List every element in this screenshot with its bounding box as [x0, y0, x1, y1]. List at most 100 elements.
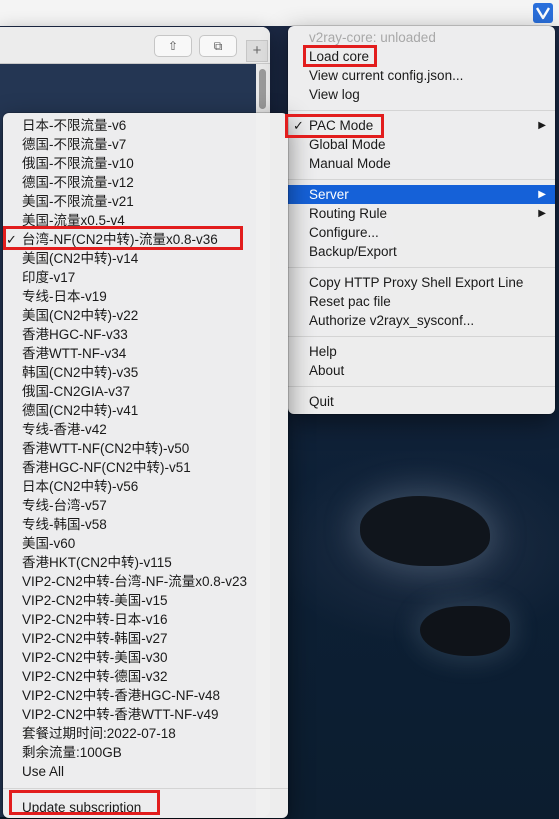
server-item[interactable]: 香港HGC-NF-v33 [3, 325, 288, 344]
show-tabs-button[interactable]: ⧉ [199, 35, 237, 57]
menu-item-label: Load core [309, 49, 370, 64]
server-item[interactable]: VIP2-CN2中转-德国-v32 [3, 667, 288, 686]
menu-item-label: Configure... [309, 225, 379, 240]
menu-item-label: Routing Rule [309, 206, 388, 221]
authorize-item[interactable]: Authorize v2rayx_sysconf... [288, 311, 555, 330]
share-button[interactable]: ⇧ [154, 35, 192, 57]
menu-separator [288, 179, 555, 180]
server-item[interactable]: 香港WTT-NF-v34 [3, 344, 288, 363]
v2rayx-main-menu: v2ray-core: unloaded Load core View curr… [288, 26, 555, 414]
menu-item-label: 韩国(CN2中转)-v35 [22, 365, 139, 380]
manual-mode-item[interactable]: Manual Mode [288, 154, 555, 173]
menu-item-label: 香港HGC-NF-v33 [22, 327, 128, 342]
server-item[interactable]: 韩国(CN2中转)-v35 [3, 363, 288, 382]
routing-rule-item[interactable]: Routing Rule ▶ [288, 204, 555, 223]
server-item[interactable]: 专线-日本-v19 [3, 287, 288, 306]
configure-item[interactable]: Configure... [288, 223, 555, 242]
server-item[interactable]: 专线-韩国-v58 [3, 515, 288, 534]
view-log-item[interactable]: View log [288, 85, 555, 104]
server-item[interactable]: 俄国-不限流量-v10 [3, 154, 288, 173]
view-config-item[interactable]: View current config.json... [288, 66, 555, 85]
server-item[interactable]: 美国(CN2中转)-v14 [3, 249, 288, 268]
server-item[interactable]: Use All [3, 762, 288, 781]
server-item[interactable]: VIP2-CN2中转-香港WTT-NF-v49 [3, 705, 288, 724]
server-item[interactable]: VIP2-CN2中转-美国-v15 [3, 591, 288, 610]
server-item[interactable]: 日本-不限流量-v6 [3, 116, 288, 135]
checkmark-icon: ✓ [293, 118, 304, 133]
server-item[interactable]: 香港WTT-NF(CN2中转)-v50 [3, 439, 288, 458]
server-item[interactable]: VIP2-CN2中转-美国-v30 [3, 648, 288, 667]
menu-bar [0, 0, 559, 27]
new-tab-button[interactable]: + [246, 40, 268, 62]
core-status-item: v2ray-core: unloaded [288, 28, 555, 47]
pac-mode-item[interactable]: ✓ PAC Mode ▶ [288, 116, 555, 135]
server-item[interactable]: VIP2-CN2中转-韩国-v27 [3, 629, 288, 648]
plus-icon: + [252, 42, 262, 59]
copy-proxy-item[interactable]: Copy HTTP Proxy Shell Export Line [288, 273, 555, 292]
server-item[interactable]: 套餐过期时间:2022-07-18 [3, 724, 288, 743]
menu-item-label: Backup/Export [309, 244, 397, 259]
server-item[interactable]: VIP2-CN2中转-日本-v16 [3, 610, 288, 629]
server-item[interactable]: 美国(CN2中转)-v22 [3, 306, 288, 325]
menu-item-label: View log [309, 87, 360, 102]
server-item[interactable]: 专线-香港-v42 [3, 420, 288, 439]
menu-item-label: VIP2-CN2中转-韩国-v27 [22, 631, 168, 646]
reset-pac-item[interactable]: Reset pac file [288, 292, 555, 311]
submenu-arrow-icon: ▶ [538, 189, 546, 200]
server-item[interactable]: 香港HKT(CN2中转)-v115 [3, 553, 288, 572]
server-item[interactable]: 专线-台湾-v57 [3, 496, 288, 515]
menu-item-label: v2ray-core: unloaded [309, 30, 436, 45]
menu-item-label: 香港WTT-NF(CN2中转)-v50 [22, 441, 190, 456]
menu-item-label: Help [309, 344, 337, 359]
menu-item-label: VIP2-CN2中转-美国-v15 [22, 593, 168, 608]
server-item[interactable]: 俄国-CN2GIA-v37 [3, 382, 288, 401]
menu-item-label: 印度-v17 [22, 270, 76, 285]
menu-item-label: 香港HKT(CN2中转)-v115 [22, 555, 172, 570]
menu-separator [288, 267, 555, 268]
menu-item-label: 日本-不限流量-v6 [22, 118, 127, 133]
checkmark-icon: ✓ [6, 232, 17, 247]
help-item[interactable]: Help [288, 342, 555, 361]
menu-item-label: VIP2-CN2中转-德国-v32 [22, 669, 168, 684]
menu-item-label: VIP2-CN2中转-香港WTT-NF-v49 [22, 707, 219, 722]
menu-item-label: 美国-不限流量-v21 [22, 194, 134, 209]
load-core-item[interactable]: Load core [288, 47, 555, 66]
menu-item-label: 香港WTT-NF-v34 [22, 346, 127, 361]
v2rayx-tray-icon[interactable] [533, 3, 553, 23]
menu-item-label: 德国(CN2中转)-v41 [22, 403, 139, 418]
server-item[interactable]: 剩余流量:100GB [3, 743, 288, 762]
server-item[interactable]: 德国-不限流量-v12 [3, 173, 288, 192]
server-item[interactable]: 德国(CN2中转)-v41 [3, 401, 288, 420]
server-item[interactable]: 德国-不限流量-v7 [3, 135, 288, 154]
scrollbar-thumb[interactable] [259, 69, 266, 109]
menu-item-label: 专线-韩国-v58 [22, 517, 107, 532]
menu-item-label: 德国-不限流量-v7 [22, 137, 127, 152]
backup-export-item[interactable]: Backup/Export [288, 242, 555, 261]
server-item[interactable]: 日本(CN2中转)-v56 [3, 477, 288, 496]
share-icon: ⇧ [167, 39, 179, 53]
server-item[interactable]: VIP2-CN2中转-香港HGC-NF-v48 [3, 686, 288, 705]
menu-item-label: 日本(CN2中转)-v56 [22, 479, 139, 494]
about-item[interactable]: About [288, 361, 555, 380]
menu-item-label: Quit [309, 394, 334, 409]
v-logo-icon [535, 7, 551, 20]
menu-item-label: Update subscription [22, 800, 142, 815]
update-subscription-item[interactable]: Update subscription [3, 798, 288, 817]
menu-separator [3, 788, 288, 789]
server-item[interactable]: 印度-v17 [3, 268, 288, 287]
menu-separator [288, 336, 555, 337]
server-item[interactable]: Server ▶ [288, 185, 555, 204]
server-item-selected[interactable]: ✓ 台湾-NF(CN2中转)-流量x0.8-v36 [3, 230, 288, 249]
menu-item-label: VIP2-CN2中转-香港HGC-NF-v48 [22, 688, 221, 703]
server-item[interactable]: VIP2-CN2中转-台湾-NF-流量x0.8-v23 [3, 572, 288, 591]
server-item[interactable]: 美国-v60 [3, 534, 288, 553]
global-mode-item[interactable]: Global Mode [288, 135, 555, 154]
menu-item-label: Use All [22, 764, 65, 779]
server-item[interactable]: 美国-流量x0.5-v4 [3, 211, 288, 230]
menu-item-label: 专线-日本-v19 [22, 289, 107, 304]
submenu-arrow-icon: ▶ [538, 120, 546, 131]
menu-item-label: 美国-流量x0.5-v4 [22, 213, 125, 228]
server-item[interactable]: 香港HGC-NF(CN2中转)-v51 [3, 458, 288, 477]
server-item[interactable]: 美国-不限流量-v21 [3, 192, 288, 211]
quit-item[interactable]: Quit [288, 392, 555, 411]
